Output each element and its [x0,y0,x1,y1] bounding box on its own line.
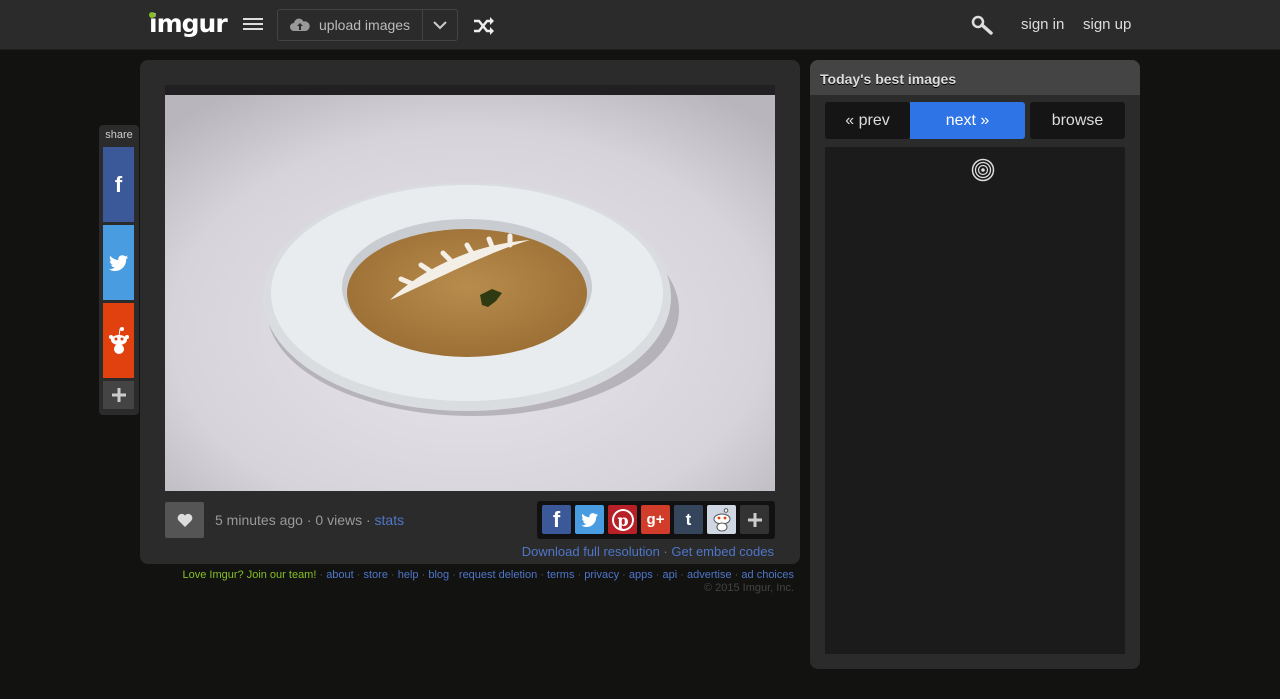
best-images-panel: Today's best images « prev next » browse [810,60,1140,669]
browse-button[interactable]: browse [1030,102,1125,139]
random-shuffle-icon[interactable] [473,17,495,35]
best-images-title: Today's best images [820,71,957,87]
footer-link-terms[interactable]: terms [547,569,575,581]
pinterest-icon: p [611,508,634,531]
sign-in-link[interactable]: sign in [1021,16,1064,33]
social-share-strip: f p g+ t [537,501,775,539]
reddit-icon [108,326,129,354]
get-embed-codes-link[interactable]: Get embed codes [671,544,774,559]
next-button[interactable]: next » [910,102,1025,139]
footer-link-blog[interactable]: blog [428,569,449,581]
share-more-button[interactable] [103,381,134,409]
post-meta: 5 minutes ago · 0 views · stats [215,512,404,528]
tumblr-icon: t [685,509,692,529]
share-twitter-button[interactable] [103,225,134,300]
footer-link-help[interactable]: help [398,569,419,581]
footer-link-ad-choices[interactable]: ad choices [741,569,794,581]
facebook-icon: f [552,506,561,532]
post-views: 0 views [315,512,363,528]
google-plus-icon: g+ [646,511,665,528]
stats-link[interactable]: stats [375,512,405,528]
reddit-icon [713,507,730,531]
logo-dot [149,12,155,18]
footer-link-privacy[interactable]: privacy [584,569,619,581]
social-more-button[interactable] [740,505,769,534]
meta-separator: · [302,512,316,528]
share-facebook-button[interactable]: f [103,147,134,222]
footer-links: Love Imgur? Join our team! · about · sto… [182,569,795,581]
social-pinterest-button[interactable]: p [608,505,637,534]
twitter-icon [108,254,128,271]
footer-link-about[interactable]: about [326,569,354,581]
download-links: Download full resolution · Get embed cod… [522,544,774,559]
social-twitter-button[interactable] [575,505,604,534]
favorite-button[interactable] [165,502,204,538]
hamburger-menu-icon[interactable] [243,18,263,34]
search-icon[interactable] [971,15,993,35]
link-separator: · [659,544,672,559]
floating-share-bar: share f [99,125,139,415]
footer-link-request-deletion[interactable]: request deletion [459,569,537,581]
svg-text:p: p [617,511,628,530]
download-full-resolution-link[interactable]: Download full resolution [522,544,660,559]
cloud-upload-icon [290,18,310,31]
post-image[interactable] [165,85,775,491]
loading-spinner-icon [971,158,995,182]
chevron-down-icon [433,20,447,29]
top-navbar: imgur upload images sign in sign up [0,0,1280,50]
heart-icon [177,513,192,527]
share-label: share [105,129,133,141]
social-tumblr-button[interactable]: t [674,505,703,534]
footer: Love Imgur? Join our team! · about · sto… [183,569,795,594]
imgur-logo[interactable]: imgur [149,9,228,38]
join-team-link[interactable]: Love Imgur? Join our team! [183,569,317,581]
social-facebook-button[interactable]: f [542,505,571,534]
social-reddit-button[interactable] [707,505,736,534]
upload-button-group: upload images [277,9,458,41]
best-images-header: Today's best images [810,60,1140,95]
copyright: © 2015 Imgur, Inc. [703,582,794,594]
footer-link-store[interactable]: store [364,569,388,581]
logo-text: imgur [149,9,228,38]
facebook-icon: f [114,171,123,197]
upload-dropdown-button[interactable] [422,10,457,40]
upload-images-label: upload images [319,17,411,33]
twitter-icon [580,512,598,527]
footer-link-advertise[interactable]: advertise [687,569,732,581]
post-timestamp: 5 minutes ago [215,512,303,528]
share-reddit-button[interactable] [103,303,134,378]
meta-separator: · [362,512,375,528]
footer-link-api[interactable]: api [663,569,678,581]
plus-icon [111,388,126,402]
soup-bowl-photo [165,85,775,491]
social-google-plus-button[interactable]: g+ [641,505,670,534]
plus-icon [747,512,762,527]
gallery-thumbnails-area [825,147,1125,654]
sign-up-link[interactable]: sign up [1083,16,1131,33]
upload-images-button[interactable]: upload images [278,10,422,40]
footer-link-apps[interactable]: apps [629,569,653,581]
prev-button[interactable]: « prev [825,102,910,139]
image-panel: 5 minutes ago · 0 views · stats f p g+ t… [140,60,800,564]
